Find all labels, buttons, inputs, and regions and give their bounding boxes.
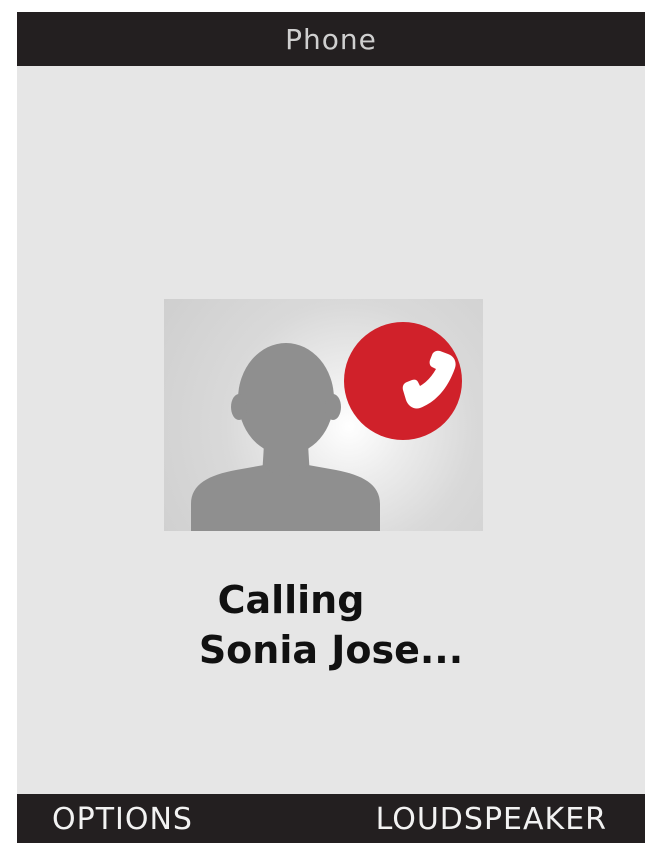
phone-handset-icon [402,350,456,409]
title-bar: Phone [17,12,645,66]
options-softkey[interactable]: OPTIONS [52,794,193,843]
call-status-text: Calling Sonia Jose... [17,575,645,675]
call-status-badge [344,322,462,440]
phone-screen: Phone Calling Sonia Jose... OPTIONS LOUD… [17,12,645,843]
soft-key-bar: OPTIONS LOUDSPEAKER [17,794,645,843]
page-title: Phone [285,22,377,56]
status-calling-label: Calling [217,578,365,622]
loudspeaker-softkey[interactable]: LOUDSPEAKER [376,794,607,843]
contact-name: Sonia Jose... [198,628,464,672]
